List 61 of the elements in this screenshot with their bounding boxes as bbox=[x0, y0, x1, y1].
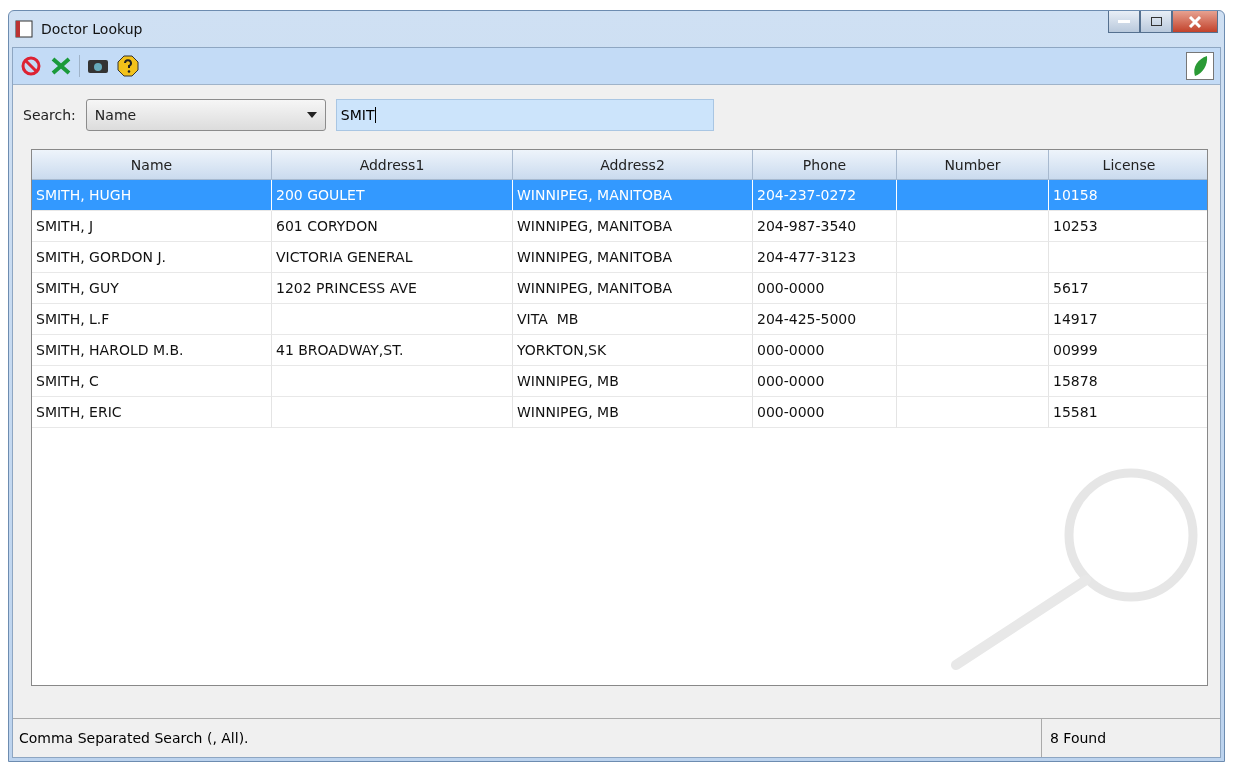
table-row[interactable]: SMITH, HAROLD M.B. 41 BROADWAY,ST. YORKTON,SK 000-0000 00999 bbox=[32, 335, 1207, 366]
table-cell: 41 BROADWAY,ST. bbox=[272, 335, 513, 366]
table-cell: 000-0000 bbox=[753, 335, 897, 366]
table-cell: WINNIPEG, MB bbox=[513, 366, 753, 397]
minimize-button[interactable] bbox=[1108, 11, 1140, 33]
table-cell: 204-477-3123 bbox=[753, 242, 897, 273]
table-cell: WINNIPEG, MANITOBA bbox=[513, 211, 753, 242]
maximize-button[interactable] bbox=[1140, 11, 1172, 33]
table-cell: 15878 bbox=[1049, 366, 1207, 397]
table-row[interactable]: SMITH, ERIC WINNIPEG, MB 000-0000 15581 bbox=[32, 397, 1207, 428]
table-cell: 200 GOULET bbox=[272, 180, 513, 211]
window-title: Doctor Lookup bbox=[41, 21, 143, 37]
table-cell: 204-987-3540 bbox=[753, 211, 897, 242]
table-cell: VICTORIA GENERAL bbox=[272, 242, 513, 273]
table-row[interactable]: SMITH, C WINNIPEG, MB 000-0000 15878 bbox=[32, 366, 1207, 397]
table-cell: SMITH, L.F bbox=[32, 304, 272, 335]
table-cell: SMITH, C bbox=[32, 366, 272, 397]
table-row[interactable]: SMITH, GORDON J. VICTORIA GENERAL WINNIPEG, MANITOBA 204-477-3123 bbox=[32, 242, 1207, 273]
close-button[interactable] bbox=[1172, 11, 1218, 33]
close-icon bbox=[1188, 15, 1202, 28]
table-cell: 00999 bbox=[1049, 335, 1207, 366]
table-cell: 5617 bbox=[1049, 273, 1207, 304]
caret-icon bbox=[306, 112, 317, 118]
result-count: 8 Found bbox=[1041, 719, 1220, 757]
table-cell: 000-0000 bbox=[753, 366, 897, 397]
table-cell: 204-425-5000 bbox=[753, 304, 897, 335]
table-cell: 10158 bbox=[1049, 180, 1207, 211]
table-cell: YORKTON,SK bbox=[513, 335, 753, 366]
window-icon bbox=[15, 20, 33, 38]
table-cell: SMITH, GORDON J. bbox=[32, 242, 272, 273]
leaf-button[interactable] bbox=[1186, 52, 1214, 80]
table-cell: SMITH, HAROLD M.B. bbox=[32, 335, 272, 366]
table-cell: 10253 bbox=[1049, 211, 1207, 242]
table-cell: 204-237-0272 bbox=[753, 180, 897, 211]
table-cell: 1202 PRINCESS AVE bbox=[272, 273, 513, 304]
table-row[interactable]: SMITH, J 601 CORYDON WINNIPEG, MANITOBA 204-987-3540 10253 bbox=[32, 211, 1207, 242]
table-cell: WINNIPEG, MANITOBA bbox=[513, 273, 753, 304]
table-cell: SMITH, GUY bbox=[32, 273, 272, 304]
cancel-button[interactable] bbox=[19, 54, 43, 78]
minimize-icon bbox=[1118, 19, 1130, 24]
help-button[interactable] bbox=[116, 54, 140, 78]
table-cell: WINNIPEG, MANITOBA bbox=[513, 242, 753, 273]
table-cell: 15581 bbox=[1049, 397, 1207, 428]
search-input[interactable]: SMIT bbox=[335, 99, 714, 131]
table-cell: WINNIPEG, MANITOBA bbox=[513, 180, 753, 211]
table-cell: 14917 bbox=[1049, 304, 1207, 335]
search-label: Search: bbox=[23, 107, 76, 123]
table-cell: 601 CORYDON bbox=[272, 211, 513, 242]
search-field-dropdown[interactable]: Name bbox=[85, 99, 326, 131]
table-cell: SMITH, ERIC bbox=[32, 397, 272, 428]
leaf-icon bbox=[1192, 55, 1208, 77]
table-cell: SMITH, J bbox=[32, 211, 272, 242]
table-row[interactable]: SMITH, GUY 1202 PRINCESS AVE WINNIPEG, MANITOBA 000-0000 5617 bbox=[32, 273, 1207, 304]
table-cell: VITA MB bbox=[513, 304, 753, 335]
table-row[interactable]: SMITH, L.F VITA MB 204-425-5000 14917 bbox=[32, 304, 1207, 335]
status-message: Comma Separated Search (, All). bbox=[18, 729, 250, 748]
table-cell: WINNIPEG, MB bbox=[513, 397, 753, 428]
maximize-icon bbox=[1150, 17, 1162, 26]
table-cell: 000-0000 bbox=[753, 273, 897, 304]
table-cell: 000-0000 bbox=[753, 397, 897, 428]
table-cell: SMITH, HUGH bbox=[32, 180, 272, 211]
